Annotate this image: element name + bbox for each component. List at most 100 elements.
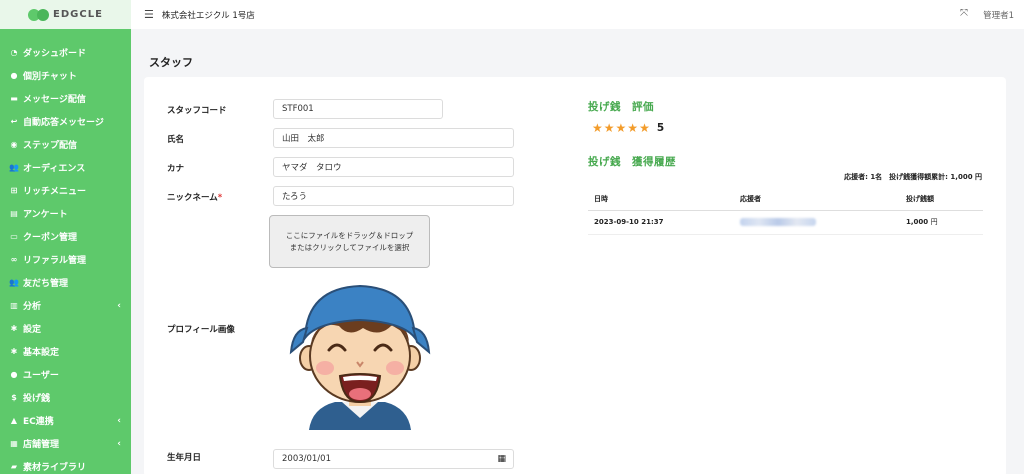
audience-icon: 👥 <box>9 163 19 172</box>
star-icon: ★ <box>592 121 603 135</box>
sidebar-item-3[interactable]: ↩ 自動応答メッセージ <box>0 110 131 133</box>
birthday-field[interactable]: 2003/01/01 ▦ <box>273 449 514 469</box>
sidebar-item-label: ユーザー <box>23 371 59 381</box>
sidebar-item-0[interactable]: ◔ ダッシュボード <box>0 41 131 64</box>
birthday-label: 生年月日 <box>167 453 202 463</box>
staff-code-label: スタッフコード <box>167 106 227 116</box>
store-icon: ▦ <box>10 439 18 448</box>
sidebar-item-17[interactable]: ▦ 店舗管理 ‹ <box>0 432 131 455</box>
nickname-field[interactable]: たろう <box>273 186 514 206</box>
birthday-value: 2003/01/01 <box>282 454 331 464</box>
tips-history-table: 日時 応援者 投げ銭額 2023-09-10 21:37 1,000 円 <box>588 188 983 235</box>
star-icon: ★ <box>615 121 627 135</box>
sidebar-item-5[interactable]: 👥 オーディエンス <box>0 156 131 179</box>
staff-code-field[interactable]: STF001 <box>273 99 443 119</box>
topbar: ☰ 株式会社エジクル 1号店 ⤧ 管理者1 <box>131 0 1024 29</box>
chevron-left-icon: ‹ <box>117 415 121 426</box>
col-amount: 投げ銭額 <box>900 188 983 211</box>
sidebar-item-8[interactable]: ▭ クーポン管理 <box>0 225 131 248</box>
sidebar-item-label: リファラル管理 <box>23 256 87 266</box>
sidebar-item-2[interactable]: ▬ メッセージ配信 <box>0 87 131 110</box>
name-field[interactable]: 山田 太郎 <box>273 128 514 148</box>
step-icon: ◉ <box>10 140 18 149</box>
amount-value: 1,000 <box>906 218 929 226</box>
dashboard-icon: ◔ <box>10 48 18 57</box>
gear-icon: ✱ <box>10 347 18 356</box>
sidebar-item-7[interactable]: ▤ アンケート <box>0 202 131 225</box>
supporter-redacted <box>740 218 816 226</box>
sidebar-item-15[interactable]: $ 投げ銭 <box>0 386 131 409</box>
chat-icon: ● <box>10 71 18 80</box>
sidebar-item-label: 友だち管理 <box>23 279 69 289</box>
row-datetime: 2023-09-10 21:37 <box>588 210 734 235</box>
star-row: ★ ★ ★ ★ ★ <box>592 122 650 134</box>
nickname-label-text: ニックネーム <box>167 193 218 203</box>
sidebar-item-label: メッセージ配信 <box>23 95 86 105</box>
folder-icon: ▰ <box>10 462 18 471</box>
row-supporter[interactable] <box>734 210 900 235</box>
nickname-label: ニックネーム* <box>167 191 222 203</box>
shop-name[interactable]: 株式会社エジクル 1号店 <box>162 9 255 21</box>
fullscreen-icon[interactable]: ⤧ <box>960 8 968 19</box>
brand-logo[interactable]: EDGCLE <box>0 0 131 29</box>
sidebar-item-13[interactable]: ✱ 基本設定 <box>0 340 131 363</box>
sidebar-item-label: アンケート <box>23 210 68 220</box>
sidebar-item-label: オーディエンス <box>23 164 86 174</box>
hamburger-menu-icon[interactable]: ☰ <box>144 8 154 21</box>
star-icon: ★ <box>639 121 650 135</box>
sidebar-item-label: EC連携 <box>23 417 54 427</box>
sidebar-item-10[interactable]: 👥 友だち管理 <box>0 271 131 294</box>
dropzone-line1: ここにファイルをドラッグ＆ドロップ <box>285 230 414 240</box>
sidebar-nav: ◔ ダッシュボード ● 個別チャット ▬ メッセージ配信 ↩ 自動応答メッセージ ◉ ステップ配信… <box>0 41 131 474</box>
dropzone-line2: またはクリックしてファイルを選択 <box>289 242 410 252</box>
sidebar-item-label: 投げ銭 <box>23 394 51 404</box>
bag-icon: ▲ <box>10 416 18 425</box>
file-dropzone[interactable]: ここにファイルをドラッグ＆ドロップ またはクリックしてファイルを選択 <box>269 215 430 268</box>
sidebar-item-label: 基本設定 <box>23 348 60 358</box>
link-icon: ∞ <box>10 255 18 264</box>
sidebar-item-4[interactable]: ◉ ステップ配信 <box>0 133 131 156</box>
calendar-icon[interactable]: ▦ <box>497 454 506 464</box>
sidebar-item-12[interactable]: ✱ 設定 <box>0 317 131 340</box>
rating-value: 5 <box>656 122 665 134</box>
sidebar-item-label: リッチメニュー <box>23 187 87 197</box>
profile-image-label: プロフィール画像 <box>167 325 235 335</box>
required-mark: * <box>217 193 223 203</box>
star-icon: ★ <box>627 121 639 135</box>
kana-field[interactable]: ヤマダ タロウ <box>273 157 514 177</box>
col-supporter: 応援者 <box>734 188 900 211</box>
logo-mark-icon <box>28 8 50 21</box>
survey-icon: ▤ <box>10 209 18 218</box>
coupon-icon: ▭ <box>10 232 18 241</box>
sidebar-item-9[interactable]: ∞ リファラル管理 <box>0 248 131 271</box>
page-title: スタッフ <box>149 56 193 69</box>
sidebar-item-11[interactable]: ▥ 分析 ‹ <box>0 294 131 317</box>
sidebar-item-label: 個別チャット <box>23 72 77 82</box>
chevron-left-icon: ‹ <box>117 300 121 311</box>
dollar-icon: $ <box>11 393 17 402</box>
sidebar-item-label: 店舗管理 <box>23 440 60 450</box>
sidebar-item-14[interactable]: ● ユーザー <box>0 363 131 386</box>
rating-stars: ★ ★ ★ ★ ★ 5 <box>592 122 664 134</box>
rich-menu-icon: ⊞ <box>10 186 18 195</box>
sidebar-item-18[interactable]: ▰ 素材ライブラリ <box>0 455 131 474</box>
chevron-left-icon: ‹ <box>117 438 121 449</box>
name-label: 氏名 <box>167 135 185 145</box>
row-amount: 1,000 円 <box>900 210 983 235</box>
sidebar-item-label: 分析 <box>23 302 42 312</box>
sidebar-item-label: ダッシュボード <box>23 49 87 59</box>
history-summary: 応援者: 1名 投げ銭獲得額累計: 1,000 円 <box>844 173 982 181</box>
sidebar-item-6[interactable]: ⊞ リッチメニュー <box>0 179 131 202</box>
history-title: 投げ銭 獲得履歴 <box>588 156 676 168</box>
star-icon: ★ <box>603 121 615 135</box>
sidebar-item-16[interactable]: ▲ EC連携 ‹ <box>0 409 131 432</box>
sidebar-item-label: 設定 <box>23 325 42 335</box>
user-menu[interactable]: 管理者1 <box>983 9 1014 21</box>
message-icon: ▬ <box>10 94 18 103</box>
sidebar-item-1[interactable]: ● 個別チャット <box>0 64 131 87</box>
chart-icon: ▥ <box>10 301 18 310</box>
rating-title: 投げ銭 評価 <box>588 101 654 113</box>
sidebar-item-label: 素材ライブラリ <box>23 463 87 473</box>
friends-icon: 👥 <box>9 278 19 287</box>
sidebar-item-label: 自動応答メッセージ <box>23 118 104 128</box>
